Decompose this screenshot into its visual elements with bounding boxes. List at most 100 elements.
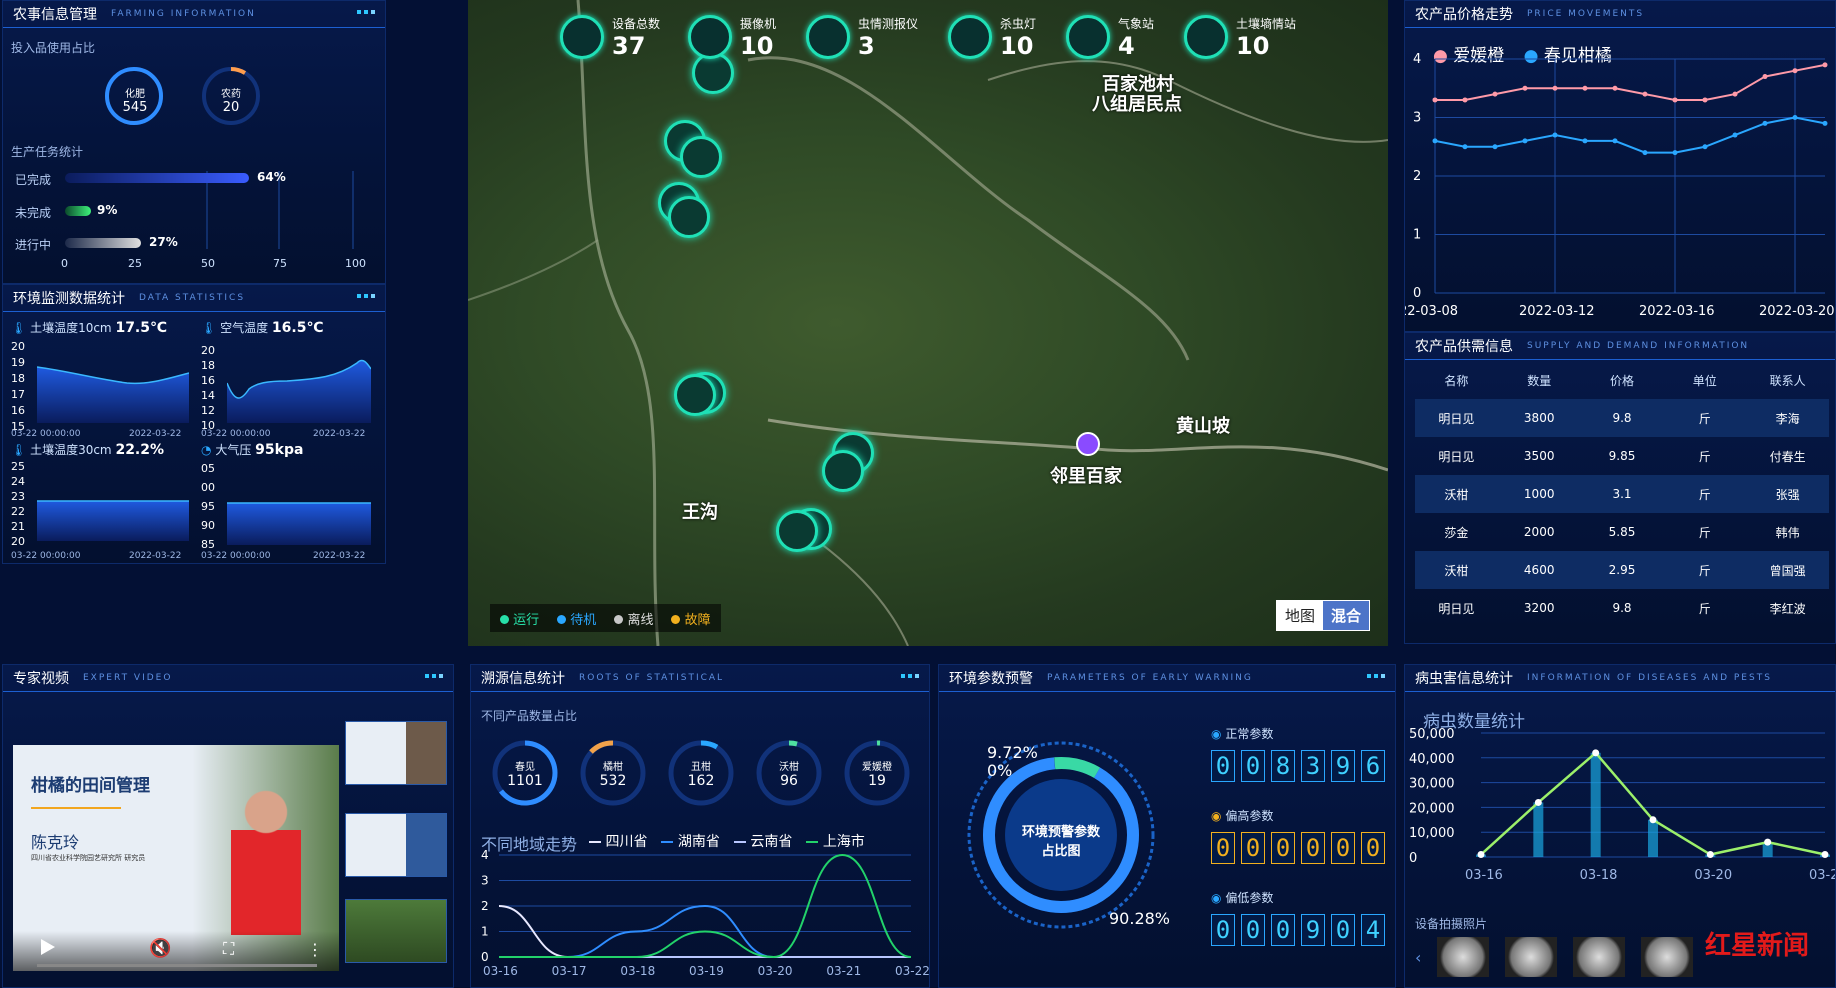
y-tick: 05 (201, 462, 215, 475)
device-photo[interactable] (1641, 937, 1694, 977)
cell: 1000 (1523, 487, 1555, 501)
play-icon[interactable] (41, 939, 55, 955)
digit: 3 (1301, 750, 1325, 782)
soil-station-icon (1184, 15, 1228, 59)
digit-counter: 008396 (1211, 750, 1391, 782)
y-tick: 16 (201, 374, 215, 387)
radio-dot-icon: ◉ (1211, 727, 1222, 741)
y-tick: 22 (11, 505, 25, 518)
map-device-icon[interactable] (674, 374, 716, 416)
legend-item-standby[interactable]: 待机 (557, 609, 596, 628)
table-row[interactable]: 明日见 3500 9.85 斤 付春生 (1415, 437, 1829, 475)
dots-icon (901, 674, 919, 678)
radio-dot-icon: ◉ (1211, 809, 1222, 823)
warning-p1: 9.72% (987, 743, 1038, 762)
ring-value: 162 (687, 773, 715, 789)
thermometer-icon: 🌡 (201, 321, 217, 335)
cell: 4600 (1523, 563, 1555, 577)
data-point (1552, 85, 1558, 91)
bar (1648, 819, 1658, 857)
device-photo[interactable] (1505, 937, 1558, 977)
panel-title: 农事信息管理 (13, 7, 97, 23)
data-point (1702, 144, 1708, 150)
cell: 3800 (1523, 411, 1555, 425)
device-photo[interactable] (1573, 937, 1626, 977)
map-label: 邻里百家 (1050, 466, 1122, 487)
video-player[interactable]: 柑橘的田间管理 陈克玲 四川省农业科学院园艺研究所 研究员 🔇 ⛶ ⋮ (13, 745, 339, 971)
dots-icon (357, 10, 375, 14)
price-chart: 4 3 2 1 0 22-03-08 2022-03-12 2022-03-16 2022-03… (1405, 53, 1835, 319)
data-point (1649, 816, 1657, 824)
y-tick: 4 (481, 848, 489, 862)
table-row[interactable]: 沃柑 4600 2.95 斤 曾国强 (1415, 551, 1829, 589)
column-header: 单位 (1692, 373, 1717, 388)
table-row[interactable]: 莎金 2000 5.85 斤 韩伟 (1415, 513, 1829, 551)
warning-p3: 90.28% (1109, 909, 1171, 928)
inputs-label: 投入品使用占比 (11, 41, 96, 55)
y-tick: 00 (201, 481, 215, 494)
map-device-icon[interactable] (680, 136, 722, 178)
device-photo[interactable] (1437, 937, 1490, 977)
panel-subtitle: ROOTS OF STATISTICAL (579, 673, 725, 683)
column-header: 联系人 (1769, 373, 1806, 388)
panel-subtitle: PRICE MOVEMENTS (1527, 9, 1645, 19)
fullscreen-icon[interactable]: ⛶ (223, 939, 234, 959)
env-area-chart (227, 502, 371, 545)
table-header: 名称 数量 价格 单位 联系人 (1415, 361, 1829, 399)
digit: 0 (1211, 750, 1235, 782)
table-row[interactable]: 明日见 3800 9.8 斤 李海 (1415, 399, 1829, 437)
video-thumbnail[interactable] (345, 721, 447, 785)
mute-icon[interactable]: 🔇 (149, 938, 171, 959)
stat-camera: 摄像机 10 (688, 12, 806, 62)
task-bar-undone (65, 206, 91, 216)
env-x1: 2022-03-22 (129, 429, 182, 439)
stat-label: 气象站 (1118, 16, 1155, 31)
warning-item-normal: ◉ 正常参数 008396 (1211, 725, 1391, 782)
map-roads (468, 0, 1388, 646)
ring-name: 橘柑 (603, 762, 623, 773)
env-label: 土壤温度30cm (30, 443, 112, 457)
map-button[interactable]: 地图 (1276, 601, 1323, 630)
panel-title: 环境参数预警 (949, 671, 1033, 687)
stat-soil: 土壤墒情站 10 (1184, 12, 1314, 62)
data-point (1702, 97, 1708, 103)
table-row[interactable]: 沃柑 1000 3.1 斤 张强 (1415, 475, 1829, 513)
warning-item-low: ◉ 偏低参数 000904 (1211, 889, 1391, 946)
env-chart-pressure: ◔ 大气压 95kpa 05 00 95 90 85 03-22 00:00:00 20… (201, 441, 381, 561)
map-device-icon[interactable] (776, 510, 818, 552)
video-title: 柑橘的田间管理 (31, 776, 150, 796)
video-progress[interactable] (37, 964, 317, 967)
stat-total: 设备总数 37 (560, 12, 688, 62)
data-point (1672, 97, 1678, 103)
map-device-icon[interactable] (668, 196, 710, 238)
cell: 2000 (1523, 525, 1555, 539)
panel-subtitle: PARAMETERS OF EARLY WARNING (1047, 673, 1253, 683)
legend-item-running[interactable]: 运行 (500, 609, 539, 628)
x-tick: 2022-03-16 (1639, 304, 1715, 319)
legend-item-fault[interactable]: 故障 (671, 609, 711, 628)
map-area[interactable]: 百家池村 八组居民点 邻里百家 黄山坡 王沟 运行 待机 离线 故障 地图 混合 (468, 0, 1388, 646)
pests-line-chart: 50,000 40,000 30,000 20,000 10,000 0 03-16 03-1… (1409, 727, 1835, 883)
env-value: 16.5℃ (271, 320, 324, 336)
map-poi-icon[interactable] (1076, 432, 1100, 456)
task-bar-progress (65, 238, 141, 248)
panel-title: 农产品供需信息 (1415, 339, 1513, 355)
data-point (1432, 97, 1438, 103)
hybrid-button[interactable]: 混合 (1322, 601, 1369, 630)
status-dot-icon (614, 614, 624, 624)
video-divider (31, 807, 121, 809)
task-name: 进行中 (15, 238, 52, 252)
more-icon[interactable]: ⋮ (307, 940, 323, 959)
y-tick: 19 (11, 356, 25, 369)
cell: 张强 (1775, 487, 1800, 502)
table-row[interactable]: 明日见 3200 9.8 斤 李红波 (1415, 589, 1829, 627)
cell: 斤 (1698, 411, 1711, 426)
video-panel-header: 专家视频 EXPERT VIDEO (3, 665, 453, 692)
y-tick: 17 (11, 388, 25, 401)
map-device-icon[interactable] (822, 450, 864, 492)
legend-item-offline[interactable]: 离线 (614, 609, 653, 628)
video-thumbnail[interactable] (345, 813, 447, 877)
y-tick: 20 (11, 535, 25, 548)
video-thumbnail[interactable] (345, 899, 447, 963)
chevron-left-icon[interactable]: ‹ (1415, 948, 1421, 967)
